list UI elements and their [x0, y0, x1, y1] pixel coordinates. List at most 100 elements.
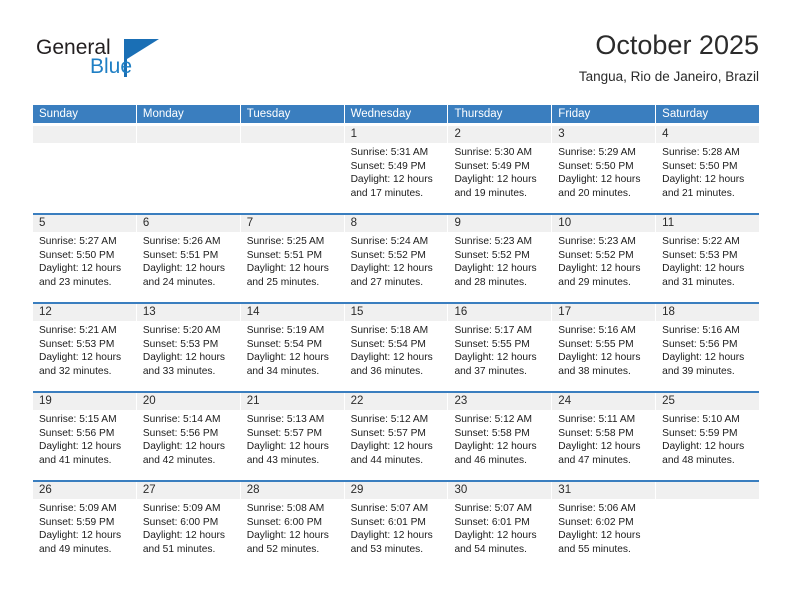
daylight-text-line1: Daylight: 12 hours — [558, 352, 641, 364]
daylight-text-line1: Daylight: 12 hours — [350, 352, 433, 364]
day-details: Sunrise: 5:16 AM Sunset: 5:55 PM Daylight:… — [552, 321, 655, 378]
calendar-day-cell[interactable]: 8 Sunrise: 5:24 AM Sunset: 5:52 PM Daylight… — [344, 215, 448, 302]
sunrise-text: Sunrise: 5:12 AM — [454, 414, 533, 425]
daylight-text-line1: Daylight: 12 hours — [454, 263, 537, 275]
sunrise-text: Sunrise: 5:19 AM — [246, 325, 325, 336]
calendar-day-cell[interactable]: 28 Sunrise: 5:08 AM Sunset: 6:00 PM Dayligh… — [240, 482, 344, 569]
sunset-text: Sunset: 5:57 PM — [246, 427, 323, 439]
weekday-header-sunday: Sunday — [33, 105, 136, 123]
location-subtitle: Tangua, Rio de Janeiro, Brazil — [578, 69, 759, 84]
daylight-text-line2: and 53 minutes. — [350, 543, 424, 555]
daylight-text-line1: Daylight: 12 hours — [558, 174, 641, 186]
weekday-header-row: Sunday Monday Tuesday Wednesday Thursday Frid… — [33, 105, 760, 123]
daylight-text-line1: Daylight: 12 hours — [662, 174, 745, 186]
calendar-day-cell[interactable]: 27 Sunrise: 5:09 AM Sunset: 6:00 PM Dayligh… — [136, 482, 240, 569]
sunrise-text: Sunrise: 5:16 AM — [558, 325, 636, 336]
day-details: Sunrise: 5:27 AM Sunset: 5:50 PM Daylight:… — [33, 232, 136, 289]
calendar-day-cell[interactable]: 13 Sunrise: 5:20 AM Sunset: 5:53 PM Dayligh… — [136, 304, 240, 391]
daylight-text-line1: Daylight: 12 hours — [350, 263, 433, 275]
day-number: 19 — [33, 393, 136, 410]
day-number: 16 — [448, 304, 552, 321]
day-details: Sunrise: 5:17 AM Sunset: 5:55 PM Daylight:… — [448, 321, 551, 378]
daylight-text-line2: and 47 minutes. — [558, 454, 631, 466]
daylight-text-line1: Daylight: 12 hours — [558, 530, 641, 542]
sunrise-text: Sunrise: 5:23 AM — [558, 236, 636, 247]
page-header: General Blue October 2025 Tangua, Rio de… — [33, 28, 759, 96]
sunset-text: Sunset: 5:57 PM — [350, 427, 426, 439]
calendar-day-cell[interactable]: 30 Sunrise: 5:07 AM Sunset: 6:01 PM Dayligh… — [448, 482, 552, 569]
calendar-day-cell[interactable]: 15 Sunrise: 5:18 AM Sunset: 5:54 PM Dayligh… — [344, 304, 448, 391]
daylight-text-line1: Daylight: 12 hours — [246, 263, 329, 275]
calendar-week-row: 1 Sunrise: 5:31 AM Sunset: 5:49 PM Daylight… — [33, 126, 760, 213]
day-number: 15 — [344, 304, 448, 321]
calendar-day-cell[interactable]: 5 Sunrise: 5:27 AM Sunset: 5:50 PM Daylight… — [33, 215, 136, 302]
daylight-text-line2: and 17 minutes. — [350, 187, 424, 199]
day-details: Sunrise: 5:09 AM Sunset: 6:00 PM Daylight:… — [137, 499, 240, 556]
day-number: 8 — [344, 215, 448, 232]
calendar-day-cell[interactable]: 31 Sunrise: 5:06 AM Sunset: 6:02 PM Dayligh… — [552, 482, 656, 569]
calendar-day-cell[interactable]: 18 Sunrise: 5:16 AM Sunset: 5:56 PM Dayligh… — [656, 304, 760, 391]
day-details: Sunrise: 5:12 AM Sunset: 5:57 PM Daylight:… — [345, 410, 448, 467]
calendar-day-cell[interactable]: 11 Sunrise: 5:22 AM Sunset: 5:53 PM Dayligh… — [656, 215, 760, 302]
calendar-day-cell[interactable]: 21 Sunrise: 5:13 AM Sunset: 5:57 PM Dayligh… — [240, 393, 344, 480]
daylight-text-line2: and 24 minutes. — [142, 276, 216, 288]
daylight-text-line2: and 37 minutes. — [454, 365, 527, 377]
day-details: Sunrise: 5:09 AM Sunset: 5:59 PM Daylight:… — [33, 499, 136, 556]
sunset-text: Sunset: 5:54 PM — [350, 338, 426, 350]
calendar-day-cell[interactable]: 14 Sunrise: 5:19 AM Sunset: 5:54 PM Dayligh… — [240, 304, 344, 391]
calendar-day-cell[interactable]: 12 Sunrise: 5:21 AM Sunset: 5:53 PM Dayligh… — [33, 304, 136, 391]
sunset-text: Sunset: 5:55 PM — [558, 338, 634, 350]
calendar-day-cell[interactable]: 19 Sunrise: 5:15 AM Sunset: 5:56 PM Dayligh… — [33, 393, 136, 480]
calendar-day-cell[interactable]: 2 Sunrise: 5:30 AM Sunset: 5:49 PM Daylight… — [448, 126, 552, 213]
calendar-day-cell[interactable]: 7 Sunrise: 5:25 AM Sunset: 5:51 PM Daylight… — [240, 215, 344, 302]
day-number: 2 — [448, 126, 552, 143]
calendar-day-cell[interactable]: 6 Sunrise: 5:26 AM Sunset: 5:51 PM Daylight… — [136, 215, 240, 302]
calendar-day-cell[interactable]: 17 Sunrise: 5:16 AM Sunset: 5:55 PM Dayligh… — [552, 304, 656, 391]
calendar-day-cell[interactable]: 16 Sunrise: 5:17 AM Sunset: 5:55 PM Dayligh… — [448, 304, 552, 391]
day-number: 25 — [656, 393, 760, 410]
daylight-text-line2: and 36 minutes. — [350, 365, 424, 377]
day-number: 6 — [136, 215, 240, 232]
calendar-day-cell[interactable]: 1 Sunrise: 5:31 AM Sunset: 5:49 PM Daylight… — [344, 126, 448, 213]
calendar-day-cell[interactable]: 20 Sunrise: 5:14 AM Sunset: 5:56 PM Dayligh… — [136, 393, 240, 480]
sunset-text: Sunset: 6:01 PM — [350, 516, 426, 528]
general-blue-logo[interactable]: General Blue — [33, 36, 233, 92]
calendar-day-cell[interactable]: 9 Sunrise: 5:23 AM Sunset: 5:52 PM Daylight… — [448, 215, 552, 302]
calendar-day-cell[interactable]: 29 Sunrise: 5:07 AM Sunset: 6:01 PM Dayligh… — [344, 482, 448, 569]
day-details: Sunrise: 5:11 AM Sunset: 5:58 PM Daylight:… — [552, 410, 655, 467]
calendar-day-cell[interactable]: 23 Sunrise: 5:12 AM Sunset: 5:58 PM Dayligh… — [448, 393, 552, 480]
calendar-day-cell[interactable]: 4 Sunrise: 5:28 AM Sunset: 5:50 PM Daylight… — [656, 126, 760, 213]
sunset-text: Sunset: 5:52 PM — [454, 249, 530, 261]
calendar-day-cell[interactable]: 25 Sunrise: 5:10 AM Sunset: 5:59 PM Dayligh… — [656, 393, 760, 480]
calendar-day-cell[interactable]: 24 Sunrise: 5:11 AM Sunset: 5:58 PM Dayligh… — [552, 393, 656, 480]
day-number: 14 — [240, 304, 344, 321]
calendar-day-cell[interactable]: 26 Sunrise: 5:09 AM Sunset: 5:59 PM Dayligh… — [33, 482, 136, 569]
daylight-text-line2: and 42 minutes. — [142, 454, 216, 466]
day-details: Sunrise: 5:23 AM Sunset: 5:52 PM Daylight:… — [448, 232, 551, 289]
sunset-text: Sunset: 5:53 PM — [142, 338, 219, 350]
daylight-text-line2: and 55 minutes. — [558, 543, 631, 555]
page-title: October 2025 — [595, 30, 759, 60]
daylight-text-line2: and 25 minutes. — [246, 276, 320, 288]
daylight-text-line1: Daylight: 12 hours — [558, 263, 641, 275]
sunrise-text: Sunrise: 5:25 AM — [246, 236, 325, 247]
calendar-day-cell[interactable]: 10 Sunrise: 5:23 AM Sunset: 5:52 PM Dayligh… — [552, 215, 656, 302]
day-number: 28 — [240, 482, 344, 499]
day-number: 3 — [552, 126, 656, 143]
daylight-text-line1: Daylight: 12 hours — [662, 263, 745, 275]
daylight-text-line2: and 51 minutes. — [142, 543, 216, 555]
day-details: Sunrise: 5:31 AM Sunset: 5:49 PM Daylight:… — [345, 143, 448, 200]
day-number — [33, 126, 136, 143]
sunrise-text: Sunrise: 5:24 AM — [350, 236, 429, 247]
sunrise-text: Sunrise: 5:07 AM — [350, 503, 429, 514]
daylight-text-line1: Daylight: 12 hours — [142, 530, 225, 542]
daylight-text-line2: and 49 minutes. — [39, 543, 112, 555]
day-details: Sunrise: 5:08 AM Sunset: 6:00 PM Daylight:… — [241, 499, 344, 556]
day-details: Sunrise: 5:25 AM Sunset: 5:51 PM Daylight:… — [241, 232, 344, 289]
calendar-day-cell[interactable]: 22 Sunrise: 5:12 AM Sunset: 5:57 PM Dayligh… — [344, 393, 448, 480]
sunrise-text: Sunrise: 5:16 AM — [662, 325, 740, 336]
calendar-day-cell[interactable]: 3 Sunrise: 5:29 AM Sunset: 5:50 PM Daylight… — [552, 126, 656, 213]
daylight-text-line1: Daylight: 12 hours — [246, 530, 329, 542]
daylight-text-line1: Daylight: 12 hours — [662, 352, 745, 364]
day-details: Sunrise: 5:20 AM Sunset: 5:53 PM Daylight:… — [137, 321, 240, 378]
